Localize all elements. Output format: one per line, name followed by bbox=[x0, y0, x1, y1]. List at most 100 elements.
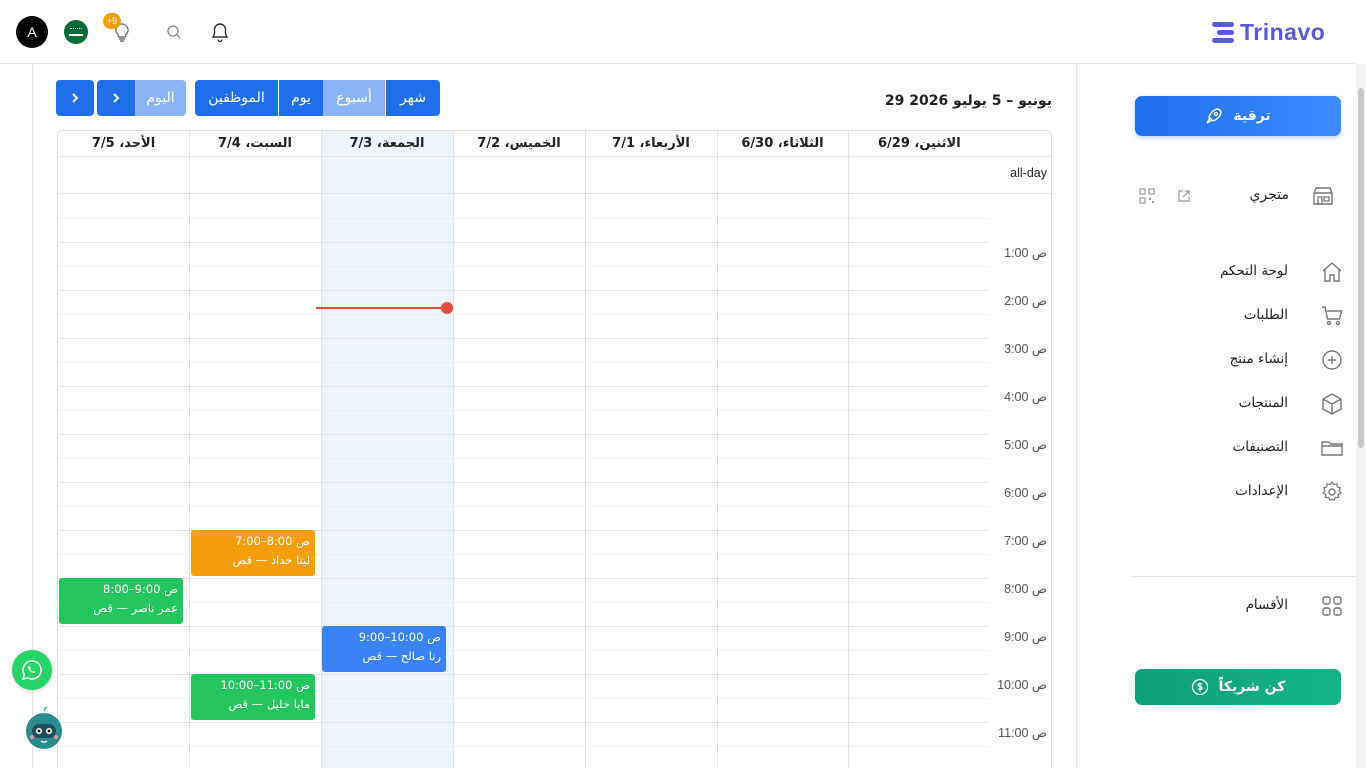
column-divider bbox=[848, 131, 849, 768]
chevron-left-icon bbox=[113, 93, 120, 103]
sidebar-item-categories[interactable]: التصنيفات bbox=[1076, 434, 1356, 462]
header-divider bbox=[58, 156, 1051, 157]
upgrade-button[interactable]: ترقية bbox=[1135, 96, 1341, 136]
time-label: 5:00 ص bbox=[1004, 438, 1047, 452]
sidebar-item-sections[interactable]: الأقسام bbox=[1076, 592, 1356, 620]
day-header[interactable]: الأحد، 7/5 bbox=[58, 131, 189, 156]
event-time: 8:00–9:00 ص bbox=[103, 582, 178, 596]
sidebar-item-label: لوحة التحكم bbox=[1219, 263, 1288, 279]
qr-code-icon[interactable] bbox=[1139, 188, 1155, 208]
time-label: 6:00 ص bbox=[1004, 486, 1047, 500]
column-divider bbox=[321, 131, 322, 768]
event-time: 9:00–10:00 ص bbox=[358, 630, 441, 644]
sidebar-item-dashboard[interactable]: لوحة التحكم bbox=[1076, 258, 1356, 286]
store-icon bbox=[1311, 184, 1335, 212]
page-scrollbar[interactable] bbox=[1356, 64, 1366, 768]
time-label: 7:00 ص bbox=[1004, 534, 1047, 548]
day-header[interactable]: الجمعة، 7/3 bbox=[321, 131, 453, 156]
bell-icon[interactable] bbox=[208, 20, 232, 44]
calendar-event[interactable]: 8:00–9:00 ص عمر ناصر — قص bbox=[59, 578, 183, 624]
day-view-button[interactable]: يوم bbox=[279, 80, 323, 116]
sidebar-item-orders[interactable]: الطلبات bbox=[1076, 302, 1356, 330]
next-button[interactable] bbox=[56, 80, 94, 116]
event-title: مايا خليل — قص bbox=[228, 697, 310, 711]
scrollbar-thumb[interactable] bbox=[1358, 88, 1364, 448]
allday-divider bbox=[58, 193, 1051, 194]
sidebar-item-label: الأقسام bbox=[1245, 597, 1288, 613]
column-divider bbox=[717, 131, 718, 768]
sidebar-item-label: الطلبات bbox=[1243, 307, 1288, 323]
event-title: رنا صالح — قص bbox=[362, 649, 441, 663]
chat-assistant-mascot[interactable] bbox=[24, 704, 64, 750]
brand-logo[interactable]: Trinavo bbox=[1210, 14, 1325, 50]
calendar-event[interactable]: 10:00–11:00 ص مايا خليل — قص bbox=[191, 674, 315, 720]
dollar-icon bbox=[1191, 678, 1208, 696]
home-icon bbox=[1320, 260, 1344, 288]
top-bar: A +9 Trinavo bbox=[0, 0, 1356, 64]
week-view-button[interactable]: أسبوع bbox=[323, 80, 385, 116]
time-label: 9:00 ص bbox=[1004, 630, 1047, 644]
event-title: لينا حداد — قص bbox=[232, 553, 310, 567]
sidebar-item-settings[interactable]: الإعدادات bbox=[1076, 478, 1356, 506]
day-header[interactable]: السبت، 7/4 bbox=[189, 131, 321, 156]
cart-icon bbox=[1320, 304, 1344, 332]
time-label: 1:00 ص bbox=[1004, 246, 1047, 260]
allday-label: all-day bbox=[1010, 166, 1047, 180]
column-divider bbox=[189, 131, 190, 768]
search-icon[interactable] bbox=[164, 22, 184, 42]
column-divider bbox=[585, 131, 586, 768]
event-time: 7:00–8:00 ص bbox=[235, 534, 310, 548]
calendar-event[interactable]: 7:00–8:00 ص لينا حداد — قص bbox=[191, 530, 315, 576]
whatsapp-button[interactable] bbox=[12, 650, 52, 690]
month-view-button[interactable]: شهر bbox=[386, 80, 440, 116]
sidebar-item-products[interactable]: المنتجات bbox=[1076, 390, 1356, 418]
grid-icon bbox=[1320, 594, 1344, 622]
day-header[interactable]: الاثنين، 6/29 bbox=[848, 131, 1051, 156]
sidebar: ترقية متجري لوحة التحكم الطلبات إنشاء من… bbox=[1076, 64, 1357, 768]
whatsapp-icon bbox=[21, 660, 42, 681]
current-time-line bbox=[316, 307, 446, 309]
my-store-label: متجري bbox=[1249, 187, 1289, 203]
time-label: 8:00 ص bbox=[1004, 582, 1047, 596]
plus-circle-icon bbox=[1320, 348, 1344, 376]
day-header[interactable]: الأربعاء، 7/1 bbox=[585, 131, 717, 156]
sidebar-divider bbox=[1131, 576, 1357, 577]
column-divider bbox=[453, 131, 454, 768]
time-label: 3:00 ص bbox=[1004, 342, 1047, 356]
sidebar-item-label: المنتجات bbox=[1238, 395, 1288, 411]
day-header[interactable]: الثلاثاء، 6/30 bbox=[717, 131, 848, 156]
time-label: 10:00 ص bbox=[997, 678, 1047, 692]
logo-text: Trinavo bbox=[1240, 18, 1326, 45]
today-column-highlight bbox=[321, 131, 453, 768]
partner-label: كن شريكاً bbox=[1218, 679, 1286, 695]
day-header[interactable]: الخميس، 7/2 bbox=[453, 131, 585, 156]
time-label: 4:00 ص bbox=[1004, 390, 1047, 404]
notification-badge: +9 bbox=[103, 13, 121, 29]
avatar-letter: A bbox=[27, 24, 37, 40]
chevron-right-icon bbox=[72, 93, 79, 103]
external-link-icon[interactable] bbox=[1177, 188, 1191, 207]
become-partner-button[interactable]: كن شريكاً bbox=[1135, 669, 1341, 705]
folder-icon bbox=[1320, 436, 1344, 464]
today-button[interactable]: اليوم bbox=[135, 80, 186, 116]
time-label: 11:00 ص bbox=[998, 726, 1047, 740]
sidebar-item-create-product[interactable]: إنشاء منتج bbox=[1076, 346, 1356, 374]
gear-icon bbox=[1320, 480, 1344, 508]
staff-button[interactable]: الموظفين bbox=[195, 80, 278, 116]
logo-mark-icon bbox=[1212, 22, 1234, 43]
current-time-dot bbox=[441, 302, 453, 314]
sidebar-item-label: التصنيفات bbox=[1232, 439, 1288, 455]
saudi-flag-icon[interactable] bbox=[64, 20, 88, 44]
calendar-grid: الاثنين، 6/29 الثلاثاء، 6/30 الأربعاء، 7… bbox=[57, 130, 1052, 768]
my-store-row[interactable]: متجري bbox=[1077, 180, 1357, 212]
rocket-icon bbox=[1206, 108, 1223, 124]
date-range-title: 29 يونيو – 5 يوليو 2026 bbox=[884, 93, 1052, 109]
calendar-event[interactable]: 9:00–10:00 ص رنا صالح — قص bbox=[322, 626, 446, 672]
upgrade-label: ترقية bbox=[1233, 108, 1271, 124]
time-label: 2:00 ص bbox=[1004, 294, 1047, 308]
event-time: 10:00–11:00 ص bbox=[220, 678, 310, 692]
sidebar-item-label: الإعدادات bbox=[1235, 483, 1288, 499]
prev-button[interactable] bbox=[97, 80, 135, 116]
sidebar-item-label: إنشاء منتج bbox=[1229, 351, 1288, 367]
user-avatar[interactable]: A bbox=[16, 16, 48, 48]
